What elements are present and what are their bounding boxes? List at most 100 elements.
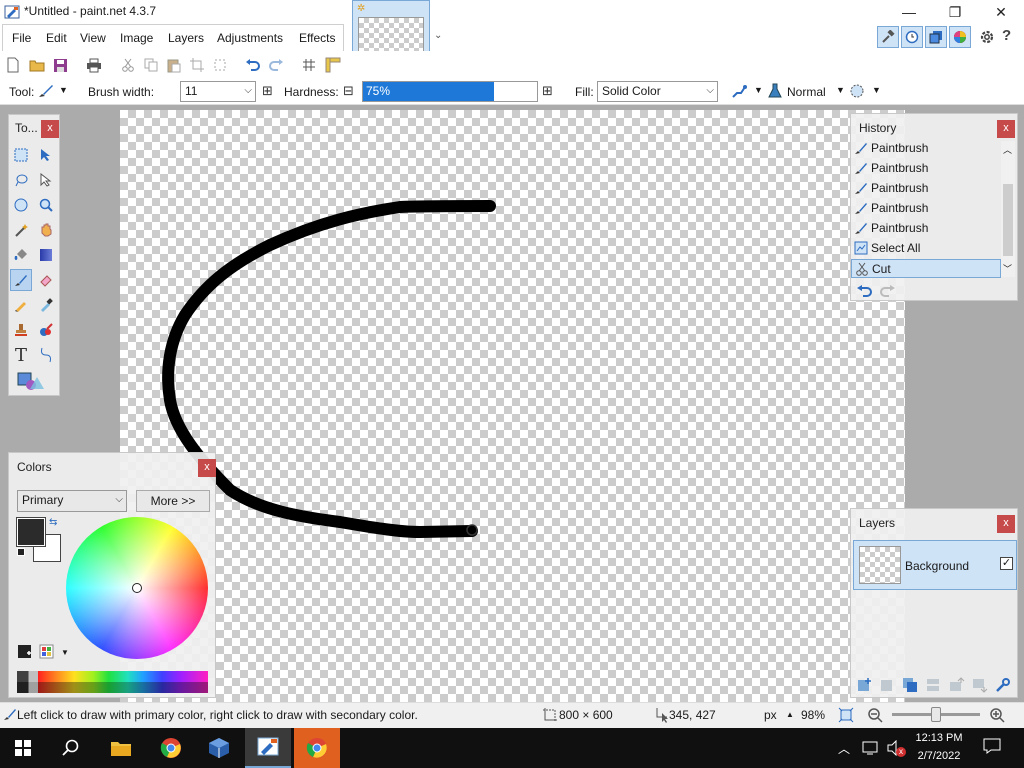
- add-layer-icon[interactable]: [856, 677, 873, 693]
- tool-dropdown-chevron-icon[interactable]: ▼: [59, 85, 68, 95]
- color-palette[interactable]: [17, 671, 208, 693]
- selection-chevron-icon[interactable]: ▼: [872, 85, 881, 95]
- print-icon[interactable]: [85, 56, 103, 74]
- menu-file[interactable]: File: [12, 31, 31, 45]
- move-selected-tool-icon[interactable]: [35, 144, 57, 166]
- clock-time[interactable]: 12:13 PM: [906, 732, 972, 744]
- tools-panel-close-button[interactable]: x: [41, 120, 59, 138]
- units-chevron-icon[interactable]: ▲: [786, 710, 794, 719]
- units-selector[interactable]: px: [764, 708, 777, 722]
- virtualbox-icon[interactable]: [196, 728, 242, 768]
- line-curve-tool-icon[interactable]: [35, 344, 57, 366]
- hardness-increase-button[interactable]: ⊞: [542, 83, 553, 99]
- tray-overflow-chevron-icon[interactable]: ︿: [838, 740, 850, 757]
- menu-effects[interactable]: Effects: [299, 31, 335, 45]
- chrome-icon[interactable]: [148, 728, 194, 768]
- rectangle-select-tool-icon[interactable]: [10, 144, 32, 166]
- blend-mode-flask-icon[interactable]: [767, 83, 783, 102]
- menu-image[interactable]: Image: [120, 31, 153, 45]
- tools-window-toggle[interactable]: [877, 26, 899, 48]
- gradient-tool-icon[interactable]: [35, 244, 57, 266]
- rulers-icon[interactable]: [324, 56, 342, 74]
- start-windows-icon[interactable]: [0, 728, 46, 768]
- zoom-out-icon[interactable]: [867, 707, 883, 726]
- history-window-toggle[interactable]: [901, 26, 923, 48]
- history-redo-icon[interactable]: [878, 284, 896, 301]
- brush-width-increase-button[interactable]: ⊞: [262, 83, 273, 99]
- shapes-tool-icon[interactable]: [14, 370, 50, 392]
- palette-menu-icon[interactable]: [39, 644, 55, 663]
- reset-colors-icon[interactable]: [17, 548, 25, 556]
- paintnet-taskbar-icon[interactable]: [245, 728, 291, 768]
- layers-window-toggle[interactable]: [925, 26, 947, 48]
- cut-icon[interactable]: [119, 56, 137, 74]
- move-layer-up-icon[interactable]: [948, 677, 965, 693]
- history-item[interactable]: Cut: [851, 259, 1001, 278]
- paintbrush-tool-icon[interactable]: [10, 269, 32, 291]
- move-selection-tool-icon[interactable]: [35, 169, 57, 191]
- crop-to-selection-icon[interactable]: [188, 56, 206, 74]
- scroll-down-chevron-icon[interactable]: ﹀: [1003, 262, 1012, 275]
- color-mode-combo[interactable]: Primary ⌵: [17, 490, 127, 512]
- hardness-decrease-button[interactable]: ⊟: [343, 83, 354, 99]
- clone-stamp-tool-icon[interactable]: [10, 319, 32, 341]
- zoom-level[interactable]: 98%: [801, 708, 825, 722]
- paint-bucket-tool-icon[interactable]: [10, 244, 32, 266]
- deselect-icon[interactable]: [211, 56, 229, 74]
- paintnet-app-icon[interactable]: [4, 4, 20, 20]
- history-scroll-thumb[interactable]: [1003, 184, 1013, 256]
- undo-icon[interactable]: [244, 56, 262, 74]
- magic-wand-tool-icon[interactable]: [10, 219, 32, 241]
- primary-color-swatch[interactable]: [16, 517, 46, 547]
- antialiasing-icon[interactable]: [731, 83, 749, 102]
- color-picker-tool-icon[interactable]: [35, 294, 57, 316]
- grid-icon[interactable]: [300, 56, 318, 74]
- zoom-slider-track[interactable]: [892, 707, 980, 722]
- save-icon[interactable]: [51, 56, 69, 74]
- paste-icon[interactable]: [165, 56, 183, 74]
- recolor-tool-icon[interactable]: [35, 319, 57, 341]
- notifications-icon[interactable]: [983, 738, 1001, 757]
- history-item[interactable]: Paintbrush: [851, 159, 1001, 178]
- color-wheel[interactable]: [66, 517, 208, 659]
- swap-colors-icon[interactable]: ⇆: [49, 517, 57, 528]
- layers-panel-close-button[interactable]: x: [997, 515, 1015, 533]
- copy-icon[interactable]: [142, 56, 160, 74]
- redo-icon[interactable]: [267, 56, 285, 74]
- color-wheel-cursor[interactable]: [132, 583, 142, 593]
- current-tool-paintbrush-icon[interactable]: [37, 83, 55, 102]
- search-icon[interactable]: [48, 728, 94, 768]
- move-layer-down-icon[interactable]: [971, 677, 988, 693]
- duplicate-layer-icon[interactable]: [902, 677, 919, 693]
- history-panel-close-button[interactable]: x: [997, 120, 1015, 138]
- zoom-in-icon[interactable]: [989, 707, 1005, 726]
- fill-mode-combo[interactable]: Solid Color ⌵: [597, 81, 718, 102]
- history-item[interactable]: Paintbrush: [851, 199, 1001, 218]
- layer-properties-icon[interactable]: [994, 677, 1011, 693]
- new-file-icon[interactable]: [4, 56, 22, 74]
- layer-item-background[interactable]: Background ✓: [853, 540, 1017, 590]
- close-button[interactable]: ✕: [978, 0, 1024, 24]
- clock-date[interactable]: 2/7/2022: [906, 750, 972, 762]
- text-tool-icon[interactable]: T: [10, 344, 32, 366]
- layer-visibility-checkbox[interactable]: ✓: [1000, 557, 1013, 570]
- blend-mode-value[interactable]: Normal: [787, 85, 826, 99]
- browser-orange-icon[interactable]: [294, 728, 340, 768]
- merge-layer-down-icon[interactable]: [925, 677, 942, 693]
- menu-view[interactable]: View: [80, 31, 106, 45]
- history-item[interactable]: Paintbrush: [851, 139, 1001, 158]
- open-folder-icon[interactable]: [28, 56, 46, 74]
- history-item[interactable]: Paintbrush: [851, 179, 1001, 198]
- lasso-select-tool-icon[interactable]: [10, 169, 32, 191]
- ellipse-select-tool-icon[interactable]: [10, 194, 32, 216]
- eraser-tool-icon[interactable]: [35, 269, 57, 291]
- selection-quality-icon[interactable]: [849, 83, 865, 102]
- image-list-chevron-icon[interactable]: ⌄: [434, 30, 442, 41]
- settings-gear-icon[interactable]: [978, 28, 996, 49]
- brush-width-combo[interactable]: 11 ⌵: [180, 81, 256, 102]
- more-colors-button[interactable]: More >>: [136, 490, 210, 512]
- zoom-tool-icon[interactable]: [35, 194, 57, 216]
- hardness-slider[interactable]: 75%: [362, 81, 538, 102]
- blend-mode-chevron-icon[interactable]: ▼: [836, 85, 845, 95]
- network-icon[interactable]: [862, 740, 880, 759]
